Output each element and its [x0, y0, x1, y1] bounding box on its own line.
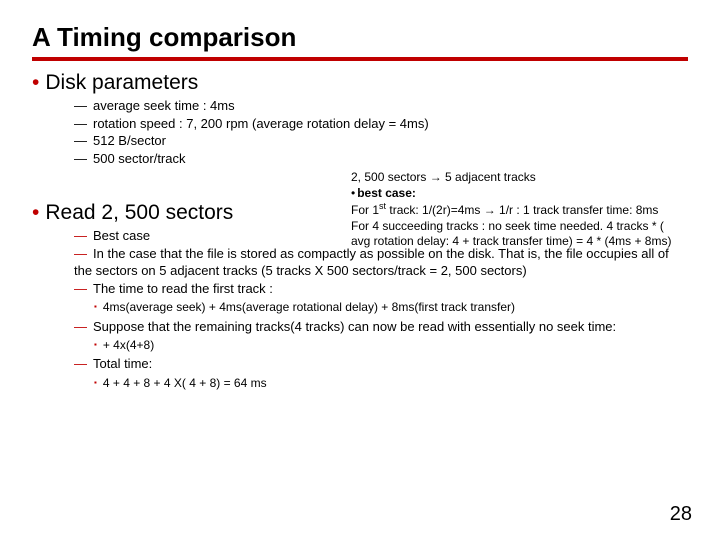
- sub-item: + 4x(4+8): [94, 337, 688, 353]
- section-disk-params: • Disk parameters: [32, 71, 688, 95]
- list-item: 512 B/sector: [74, 132, 688, 150]
- bullet-icon: •: [32, 71, 39, 94]
- section-heading: Read 2, 500 sectors: [45, 201, 233, 224]
- list-item: Total time: 4 + 4 + 8 + 4 X( 4 + 8) = 64…: [74, 355, 688, 391]
- arrow-icon: →: [484, 203, 496, 217]
- page-number: 28: [670, 503, 692, 526]
- slide-title: A Timing comparison: [32, 22, 688, 53]
- list-item: The time to read the first track : 4ms(a…: [74, 280, 688, 316]
- section-heading: Disk parameters: [45, 71, 198, 94]
- title-rule: [32, 57, 688, 61]
- arrow-icon: →: [430, 170, 442, 184]
- bullet-icon: •: [32, 201, 39, 224]
- sub-item: 4 + 4 + 8 + 4 X( 4 + 8) = 64 ms: [94, 375, 688, 391]
- list-item: Suppose that the remaining tracks(4 trac…: [74, 318, 688, 354]
- disk-params-list: average seek time : 4ms rotation speed :…: [74, 97, 688, 167]
- list-item: 500 sector/track: [74, 150, 688, 168]
- list-item: average seek time : 4ms: [74, 97, 688, 115]
- list-item: rotation speed : 7, 200 rpm (average rot…: [74, 115, 688, 133]
- callout-box: 2, 500 sectors → 5 adjacent tracks •best…: [347, 168, 690, 252]
- sub-item: 4ms(average seek) + 4ms(average rotation…: [94, 299, 688, 315]
